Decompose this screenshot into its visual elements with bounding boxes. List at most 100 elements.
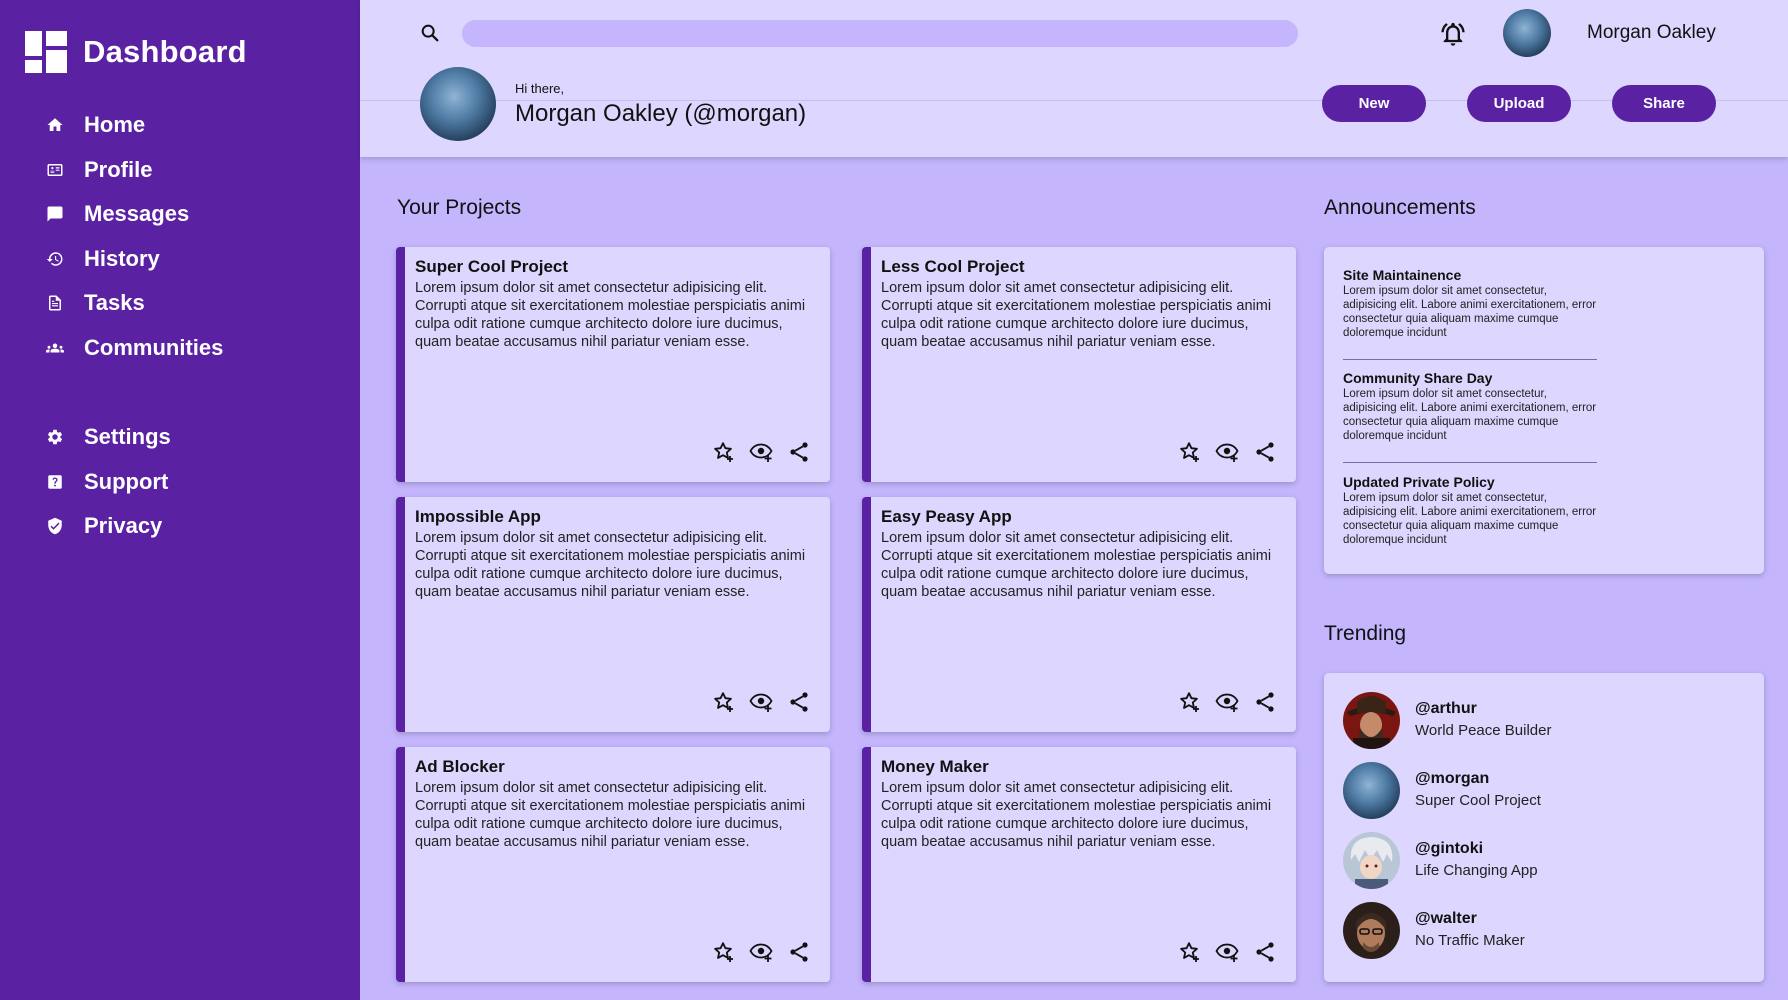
search-input[interactable] <box>462 20 1298 47</box>
project-title: Money Maker <box>881 757 989 776</box>
trending-subtitle: World Peace Builder <box>1415 722 1552 739</box>
announcement-title: Updated Private Policy <box>1343 474 1495 490</box>
history-icon <box>44 248 66 270</box>
watch-add-icon[interactable] <box>749 940 773 964</box>
upload-button[interactable]: Upload <box>1467 85 1571 122</box>
watch-add-icon[interactable] <box>1215 690 1239 714</box>
trending-item[interactable]: @morgan Super Cool Project <box>1343 762 1743 820</box>
project-actions <box>711 440 811 464</box>
sidebar-item-label: Settings <box>84 424 171 450</box>
star-add-icon[interactable] <box>1177 690 1201 714</box>
header-avatar[interactable] <box>1503 9 1551 57</box>
header: Morgan Oakley Hi there, Morgan Oakley (@… <box>360 0 1788 157</box>
sidebar-primary-nav: Home Profile Messages History Tasks Comm… <box>44 103 223 370</box>
sidebar-item-label: Profile <box>84 156 153 182</box>
avatar <box>1343 832 1400 889</box>
watch-add-icon[interactable] <box>1215 440 1239 464</box>
announcement-body: Lorem ipsum dolor sit amet consectetur, … <box>1343 285 1597 339</box>
dashboard-logo-icon <box>25 31 67 73</box>
project-title: Impossible App <box>415 507 541 526</box>
announcement-item[interactable]: Site Maintainence Lorem ipsum dolor sit … <box>1343 267 1597 340</box>
trending-handle: @gintoki <box>1415 840 1484 857</box>
brand[interactable]: Dashboard <box>25 30 247 74</box>
project-description: Lorem ipsum dolor sit amet consectetur a… <box>415 780 806 850</box>
trending-subtitle: Life Changing App <box>1415 862 1538 879</box>
project-card[interactable]: Less Cool Project Lorem ipsum dolor sit a… <box>862 247 1296 482</box>
sidebar-item-home[interactable]: Home <box>44 103 223 148</box>
project-card[interactable]: Easy Peasy App Lorem ipsum dolor sit amet… <box>862 497 1296 732</box>
project-description: Lorem ipsum dolor sit amet consectetur a… <box>881 530 1272 600</box>
announcement-title: Site Maintainence <box>1343 267 1462 283</box>
project-actions <box>1177 690 1277 714</box>
trending-handle: @arthur <box>1415 700 1477 717</box>
sidebar-item-messages[interactable]: Messages <box>44 192 223 237</box>
star-add-icon[interactable] <box>711 690 735 714</box>
project-card[interactable]: Super Cool Project Lorem ipsum dolor sit … <box>396 247 830 482</box>
star-add-icon[interactable] <box>711 940 735 964</box>
share-icon[interactable] <box>1253 940 1277 964</box>
sidebar-item-profile[interactable]: Profile <box>44 148 223 193</box>
bell-icon[interactable] <box>1439 20 1467 48</box>
avatar <box>1343 762 1400 819</box>
star-add-icon[interactable] <box>1177 440 1201 464</box>
announcement-body: Lorem ipsum dolor sit amet consectetur, … <box>1343 388 1597 442</box>
share-button[interactable]: Share <box>1612 85 1716 122</box>
profile-icon <box>44 159 66 181</box>
trending-item[interactable]: @arthur World Peace Builder <box>1343 692 1743 750</box>
share-icon[interactable] <box>787 440 811 464</box>
project-title: Super Cool Project <box>415 257 569 276</box>
announcement-title: Community Share Day <box>1343 370 1493 386</box>
help-icon <box>44 471 66 493</box>
trending-subtitle: No Traffic Maker <box>1415 932 1525 949</box>
user-full-name: Morgan Oakley (@morgan) <box>515 100 807 127</box>
sidebar-item-communities[interactable]: Communities <box>44 326 223 371</box>
sidebar-secondary-nav: Settings Support Privacy <box>44 415 171 549</box>
trending-handle: @walter <box>1415 910 1477 927</box>
project-card[interactable]: Money Maker Lorem ipsum dolor sit amet co… <box>862 747 1296 982</box>
new-button[interactable]: New <box>1322 85 1426 122</box>
divider <box>1343 359 1597 360</box>
sidebar-item-history[interactable]: History <box>44 237 223 282</box>
sidebar-item-label: Home <box>84 112 146 138</box>
announcements-title: Announcements <box>1324 196 1476 219</box>
sidebar-item-settings[interactable]: Settings <box>44 415 171 460</box>
divider <box>1343 462 1597 463</box>
avatar <box>1343 902 1400 959</box>
sidebar-item-label: Privacy <box>84 513 163 539</box>
star-add-icon[interactable] <box>1177 940 1201 964</box>
announcement-body: Lorem ipsum dolor sit amet consectetur, … <box>1343 492 1597 546</box>
announcement-item[interactable]: Community Share Day Lorem ipsum dolor si… <box>1343 370 1597 443</box>
shield-icon <box>44 515 66 537</box>
project-description: Lorem ipsum dolor sit amet consectetur a… <box>881 280 1272 350</box>
tasks-icon <box>44 292 66 314</box>
watch-add-icon[interactable] <box>1215 940 1239 964</box>
sidebar: Dashboard Home Profile Messages History <box>0 0 360 1000</box>
profile-avatar <box>420 67 496 141</box>
share-icon[interactable] <box>1253 440 1277 464</box>
sidebar-item-label: Tasks <box>84 290 145 316</box>
share-icon[interactable] <box>787 940 811 964</box>
announcement-item[interactable]: Updated Private Policy Lorem ipsum dolor… <box>1343 474 1597 547</box>
communities-icon <box>44 337 66 359</box>
trending-handle: @morgan <box>1415 770 1490 787</box>
project-card[interactable]: Ad Blocker Lorem ipsum dolor sit amet con… <box>396 747 830 982</box>
sidebar-item-label: Communities <box>84 334 224 360</box>
gear-icon <box>44 426 66 448</box>
sidebar-item-tasks[interactable]: Tasks <box>44 281 223 326</box>
sidebar-item-support[interactable]: Support <box>44 460 171 505</box>
trending-item[interactable]: @gintoki Life Changing App <box>1343 832 1743 890</box>
project-card[interactable]: Impossible App Lorem ipsum dolor sit amet… <box>396 497 830 732</box>
trending-item[interactable]: @walter No Traffic Maker <box>1343 902 1743 960</box>
project-actions <box>1177 440 1277 464</box>
header-username[interactable]: Morgan Oakley <box>1587 22 1716 44</box>
sidebar-item-privacy[interactable]: Privacy <box>44 504 171 549</box>
share-icon[interactable] <box>787 690 811 714</box>
project-description: Lorem ipsum dolor sit amet consectetur a… <box>415 530 806 600</box>
search-icon[interactable] <box>419 22 441 44</box>
sidebar-item-label: History <box>84 245 160 271</box>
watch-add-icon[interactable] <box>749 690 773 714</box>
star-add-icon[interactable] <box>711 440 735 464</box>
share-icon[interactable] <box>1253 690 1277 714</box>
watch-add-icon[interactable] <box>749 440 773 464</box>
project-title: Less Cool Project <box>881 257 1025 276</box>
